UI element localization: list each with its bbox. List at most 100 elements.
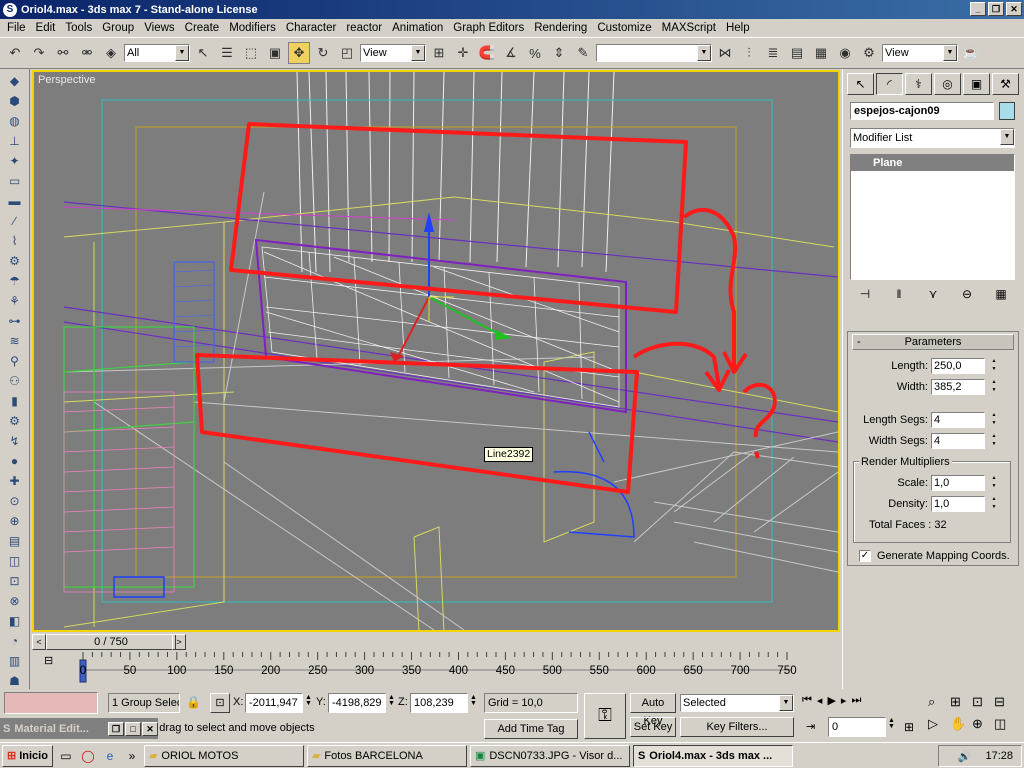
width-spinner[interactable]: ▲ ▼ — [989, 379, 999, 395]
previous-frame-icon[interactable]: ◂ — [817, 694, 823, 707]
object-color-swatch[interactable] — [999, 102, 1015, 120]
curve-editor-icon[interactable]: ▤ — [786, 42, 808, 64]
taskbar-item-fotos-barcelona[interactable]: ▰ Fotos BARCELONA — [306, 744, 467, 767]
schematic-view-icon[interactable]: ▦ — [810, 42, 832, 64]
property-editor-icon[interactable]: ⊡ — [5, 572, 25, 589]
maxscript-listener-mini[interactable] — [4, 692, 98, 714]
mirror-icon[interactable]: ⋈ — [714, 42, 736, 64]
menu-graph-editors[interactable]: Graph Editors — [448, 22, 529, 34]
menu-rendering[interactable]: Rendering — [529, 22, 592, 34]
hierarchy-tab-icon[interactable]: ⚕ — [905, 73, 932, 95]
unlink-icon[interactable]: ⚮ — [76, 42, 98, 64]
plane-icon[interactable]: ⌇ — [5, 233, 25, 250]
length-segs-field[interactable]: 4 — [931, 412, 985, 428]
undo-icon[interactable]: ↶ — [4, 42, 26, 64]
ball-socket-icon[interactable]: ● — [5, 452, 25, 469]
time-configuration-icon[interactable]: ⊞ — [904, 720, 914, 734]
utilities-tab-icon[interactable]: ⚒ — [992, 73, 1019, 95]
width-field[interactable]: 385,2 — [931, 379, 985, 395]
y-spinner[interactable]: ▲ ▼ — [388, 694, 395, 707]
create-animation-icon[interactable]: ▤ — [5, 532, 25, 549]
render-scene-icon[interactable]: ⚙ — [858, 42, 880, 64]
selection-filter-dropdown[interactable]: All ▼ — [124, 44, 190, 62]
modifier-list-dropdown[interactable]: Modifier List ▼ — [850, 128, 1015, 148]
menu-help[interactable]: Help — [721, 22, 755, 34]
play-icon[interactable]: ▶ — [827, 694, 835, 707]
teapot-icon[interactable]: ☗ — [5, 672, 25, 689]
hinge-icon[interactable]: ⚲ — [5, 353, 25, 370]
display-icon[interactable]: ◧ — [5, 612, 25, 629]
make-unique-icon[interactable]: ⋎ — [921, 287, 945, 301]
menu-maxscript[interactable]: MAXScript — [657, 22, 721, 34]
reactor-icon[interactable]: ◆ — [5, 73, 25, 90]
menu-animation[interactable]: Animation — [387, 22, 448, 34]
select-by-name-icon[interactable]: ☰ — [216, 42, 238, 64]
set-key-button[interactable]: Set Key — [630, 717, 676, 737]
water-icon[interactable]: ≋ — [5, 333, 25, 350]
generate-mapping-checkbox[interactable]: ✓ — [859, 550, 871, 562]
time-slider[interactable]: < 0 / 750 > — [32, 633, 840, 651]
named-selection-dropdown[interactable]: ▼ — [596, 44, 712, 62]
key-filters-button[interactable]: Key Filters... — [680, 717, 794, 737]
fracture-icon[interactable]: ⊶ — [5, 313, 25, 330]
scale-spinner[interactable]: ▲ ▼ — [989, 475, 999, 491]
z-spinner[interactable]: ▲ ▼ — [470, 694, 477, 707]
display-tab-icon[interactable]: ▣ — [963, 73, 990, 95]
constraint-icon[interactable]: ✦ — [5, 153, 25, 170]
select-object-icon[interactable]: ↖ — [192, 42, 214, 64]
density-field[interactable]: 1,0 — [931, 496, 985, 512]
perspective-viewport[interactable]: Perspective Line2392 — [32, 70, 840, 632]
rect-selection-icon[interactable]: ⬚ — [240, 42, 262, 64]
rigid-body-icon[interactable]: ⬢ — [5, 93, 25, 110]
layer-manager-icon[interactable]: ≣ — [762, 42, 784, 64]
volume-icon[interactable]: 🔊 — [958, 750, 972, 763]
taskbar-item-image-viewer[interactable]: ▣ DSCN0733.JPG - Visor d... — [469, 744, 630, 767]
deform-mesh-icon[interactable]: ▬ — [5, 193, 25, 210]
field-of-view-icon[interactable]: ▷ — [928, 716, 950, 732]
scale-field[interactable]: 1,0 — [931, 475, 985, 491]
desktop-icon[interactable]: ▭ — [57, 747, 75, 765]
restore-icon[interactable]: ❐ — [108, 721, 124, 736]
quick-render-icon[interactable]: ☕ — [960, 42, 982, 64]
browser-icon[interactable]: e — [101, 747, 119, 765]
analyze-world-icon[interactable]: ⊕ — [5, 512, 25, 529]
angle-snap-icon[interactable]: ∡ — [500, 42, 522, 64]
selection-lock-icon[interactable]: 🔒 — [186, 695, 201, 709]
open-mini-curve-editor-icon[interactable]: ⊟ — [44, 654, 53, 667]
length-field[interactable]: 250,0 — [931, 358, 985, 374]
edit-named-selection-icon[interactable]: ✎ — [572, 42, 594, 64]
zoom-extents-all-icon[interactable]: ⊟ — [994, 694, 1016, 710]
select-rotate-icon[interactable]: ↻ — [312, 42, 334, 64]
maximize-viewport-icon[interactable]: ◫ — [994, 716, 1016, 732]
frame-spinner[interactable]: ▲ ▼ — [888, 717, 895, 730]
zoom-extents-icon[interactable]: ⊡ — [972, 694, 994, 710]
pin-stack-icon[interactable]: ⊣ — [853, 287, 877, 301]
menu-views[interactable]: Views — [139, 22, 179, 34]
parameters-rollout-header[interactable]: - Parameters — [852, 334, 1014, 350]
viewport-label[interactable]: Perspective — [38, 74, 95, 86]
go-to-start-icon[interactable]: ⏮ — [802, 694, 812, 707]
stack-item-plane[interactable]: Plane — [851, 155, 1014, 171]
quicklaunch-more-icon[interactable]: » — [123, 747, 141, 765]
toy-car-icon[interactable]: ⚘ — [5, 293, 25, 310]
zoom-all-icon[interactable]: ⊞ — [950, 694, 972, 710]
ragdoll-icon[interactable]: ✚ — [5, 472, 25, 489]
redo-icon[interactable]: ↷ — [28, 42, 50, 64]
object-name-field[interactable]: espejos-cajon09 — [850, 102, 994, 120]
width-segs-field[interactable]: 4 — [931, 433, 985, 449]
utility-icon[interactable]: ▥ — [5, 652, 25, 669]
set-key-icon[interactable]: ⚿ — [584, 693, 626, 739]
motor-icon[interactable]: ⚙ — [5, 253, 25, 270]
next-frame-arrow-icon[interactable]: > — [172, 634, 186, 650]
show-end-result-icon[interactable]: ‖ — [887, 287, 911, 301]
world-icon[interactable]: ◔ — [5, 632, 25, 649]
close-button[interactable]: ✕ — [1006, 2, 1022, 16]
render-type-dropdown[interactable]: View ▼ — [882, 44, 958, 62]
select-move-icon[interactable]: ✥ — [288, 42, 310, 64]
material-editor-icon[interactable]: ◉ — [834, 42, 856, 64]
auto-key-button[interactable]: Auto Key — [630, 693, 676, 727]
remove-modifier-icon[interactable]: ⊖ — [955, 287, 979, 301]
start-button[interactable]: ⊞ Inicio — [2, 744, 53, 767]
wind-icon[interactable]: ☂ — [5, 273, 25, 290]
absolute-relative-toggle-icon[interactable]: ⊡ — [210, 693, 230, 713]
